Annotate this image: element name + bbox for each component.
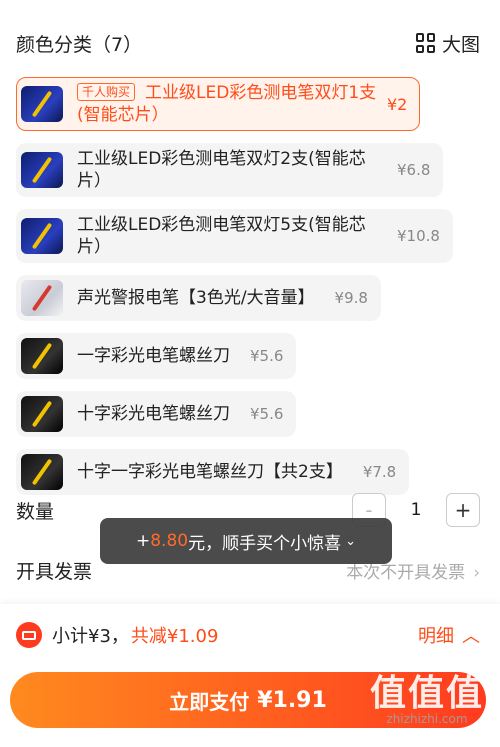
color-category-title: 颜色分类（7） xyxy=(16,33,143,56)
sku-option-price: ¥6.8 xyxy=(397,161,431,179)
upsell-toast[interactable]: + 8.80 元，顺手买个小惊喜 ⌄ xyxy=(100,518,392,564)
toast-text: 元，顺手买个小惊喜 xyxy=(188,533,342,554)
toast-prefix: + xyxy=(135,531,151,551)
double-chevron-down-icon: ⌄ xyxy=(345,533,356,549)
sku-option[interactable]: 一字彩光电笔螺丝刀 ¥5.6 xyxy=(16,333,297,379)
chevron-right-icon: › xyxy=(473,562,480,583)
product-thumbnail xyxy=(21,396,63,432)
checkout-footer: 小计¥3， 共减¥1.09 明细 ︿ 立即支付 ¥1.91 值值值 zhizhiz… xyxy=(0,604,500,747)
sku-option[interactable]: 工业级LED彩色测电笔双灯5支(智能芯片） ¥10.8 xyxy=(16,209,453,263)
increment-button[interactable]: + xyxy=(446,493,480,527)
sku-option[interactable]: 十字彩光电笔螺丝刀 ¥5.6 xyxy=(16,391,297,437)
product-thumbnail xyxy=(21,218,63,254)
chevron-up-icon: ︿ xyxy=(462,626,480,647)
grid-icon xyxy=(415,33,436,53)
coupon-icon xyxy=(16,622,42,648)
sku-option-list: 千人购买 工业级LED彩色测电笔双灯1支(智能芯片） ¥2 工业级LED彩色测电笔… xyxy=(16,77,476,507)
toast-amount: 8.80 xyxy=(150,531,189,551)
product-thumbnail xyxy=(21,454,63,490)
invoice-label: 开具发票 xyxy=(16,560,93,583)
invoice-value: 本次不开具发票 xyxy=(346,562,466,583)
discount-total: 共减¥1.09 xyxy=(130,626,219,647)
quantity-value[interactable]: 1 xyxy=(386,500,446,520)
sku-option-name: 一字彩光电笔螺丝刀 xyxy=(77,346,230,366)
sku-option-price: ¥5.6 xyxy=(250,347,284,365)
product-thumbnail xyxy=(21,86,63,122)
sku-option-price: ¥2 xyxy=(387,94,408,114)
price-summary: 小计¥3， 共减¥1.09 明细 ︿ xyxy=(16,620,480,650)
product-thumbnail xyxy=(21,338,63,374)
sku-option-name: 十字彩光电笔螺丝刀 xyxy=(77,404,230,424)
sku-option-price: ¥9.8 xyxy=(334,289,368,307)
sku-option-name: 工业级LED彩色测电笔双灯5支(智能芯片） xyxy=(77,215,366,257)
sku-option-name: 声光警报电笔【3色光/大音量】 xyxy=(77,288,315,308)
large-view-label: 大图 xyxy=(441,33,480,56)
sku-option-name: 工业级LED彩色测电笔双灯2支(智能芯片） xyxy=(77,149,366,191)
sku-option-price: ¥10.8 xyxy=(397,227,440,245)
subtotal: 小计¥3， xyxy=(52,626,129,647)
sku-option[interactable]: 千人购买 工业级LED彩色测电笔双灯1支(智能芯片） ¥2 xyxy=(16,77,421,131)
pay-now-button[interactable]: 立即支付 ¥1.91 xyxy=(10,672,486,728)
product-thumbnail xyxy=(21,152,63,188)
product-thumbnail xyxy=(21,280,63,316)
sku-option-name: 十字一字彩光电笔螺丝刀【共2支】 xyxy=(77,462,343,482)
pay-amount: ¥1.91 xyxy=(257,687,327,713)
popular-tag: 千人购买 xyxy=(77,83,136,101)
price-detail-label: 明细 xyxy=(418,626,454,647)
sku-option-price: ¥5.6 xyxy=(250,405,284,423)
sku-option-price: ¥7.8 xyxy=(362,463,397,481)
sku-option[interactable]: 工业级LED彩色测电笔双灯2支(智能芯片） ¥6.8 xyxy=(16,143,444,197)
sku-option[interactable]: 声光警报电笔【3色光/大音量】 ¥9.8 xyxy=(16,275,381,321)
pay-now-label: 立即支付 xyxy=(169,689,250,714)
large-view-toggle[interactable]: 大图 xyxy=(415,30,480,57)
price-detail-toggle[interactable]: 明细 ︿ xyxy=(418,622,480,648)
sku-option[interactable]: 十字一字彩光电笔螺丝刀【共2支】 ¥7.8 xyxy=(16,449,410,495)
quantity-label: 数量 xyxy=(16,500,55,523)
header: 颜色分类（7） 大图 xyxy=(16,28,480,58)
